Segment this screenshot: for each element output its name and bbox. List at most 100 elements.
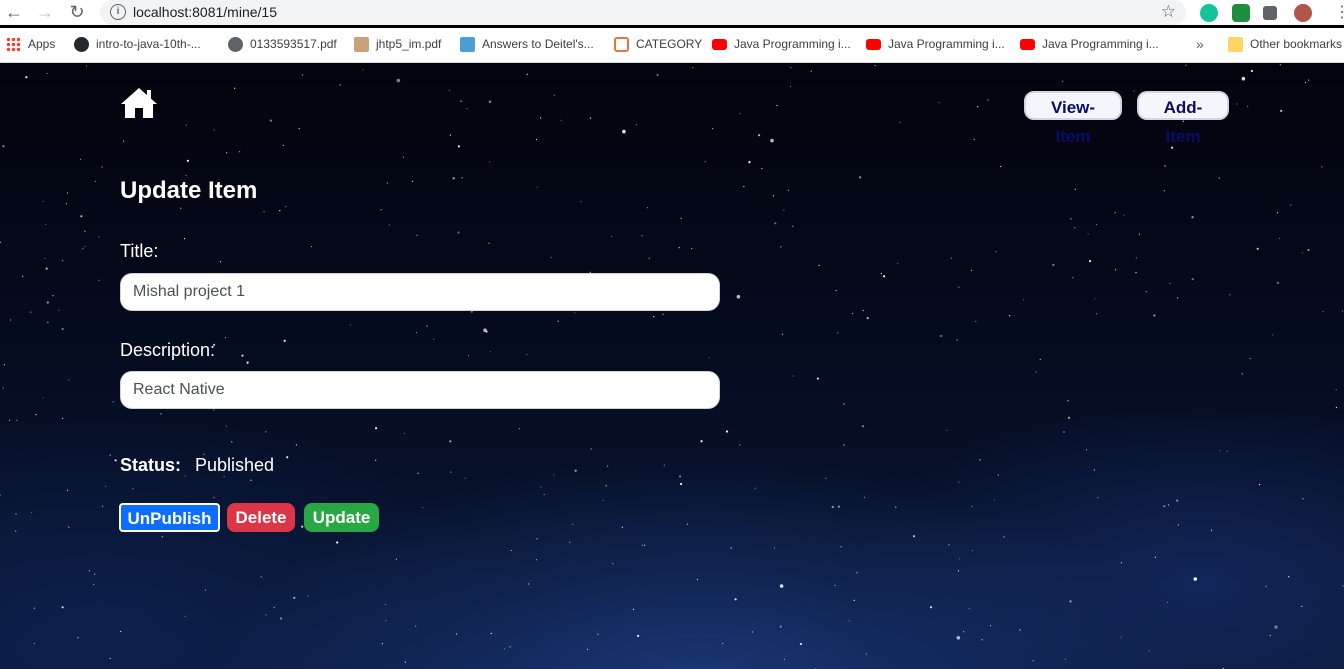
star	[98, 236, 100, 238]
title-label: Title:	[120, 241, 159, 261]
bookmark-0133593517-pdf[interactable]: 0133593517.pdf	[228, 35, 337, 53]
star	[1120, 636, 1122, 638]
bookmark-java-programming-1[interactable]: Java Programming i...	[712, 35, 851, 53]
grammarly-extension-icon[interactable]	[1200, 4, 1218, 22]
bookmark-java-programming-2[interactable]: Java Programming i...	[866, 35, 1005, 53]
star	[246, 361, 249, 364]
star	[543, 493, 545, 496]
star	[1304, 81, 1307, 83]
address-bar-url[interactable]: localhost:8081/mine/15	[133, 4, 277, 20]
star	[15, 513, 17, 515]
star	[280, 617, 283, 620]
browser-menu-icon[interactable]: ⋮	[1334, 2, 1344, 22]
star	[122, 140, 125, 142]
profile-avatar[interactable]	[1294, 4, 1312, 22]
browser-toolbar: ← → ↻ i localhost:8081/mine/15 ☆ ⋮	[0, 0, 1344, 25]
star	[990, 625, 992, 627]
site-info-icon[interactable]: i	[110, 4, 126, 20]
star	[1145, 291, 1147, 293]
category-icon	[614, 36, 629, 52]
star	[417, 472, 419, 474]
bookmark-answers-to-deitel[interactable]: Answers to Deitel's...	[460, 35, 594, 53]
bookmark-jhtp5-im-pdf[interactable]: jhtp5_im.pdf	[354, 35, 441, 53]
star	[1062, 80, 1064, 82]
back-arrow-icon[interactable]: ←	[3, 2, 25, 22]
star	[311, 245, 313, 248]
star	[691, 248, 693, 250]
star	[752, 631, 754, 633]
star	[895, 506, 897, 508]
status-value: Published	[195, 455, 275, 475]
bookmark-label: 0133593517.pdf	[250, 37, 337, 51]
star	[1193, 577, 1198, 581]
home-icon[interactable]	[120, 87, 158, 119]
star	[1274, 625, 1278, 629]
star	[780, 246, 782, 248]
shield-extension-icon[interactable]	[1232, 4, 1250, 22]
bookmark-java-programming-3[interactable]: Java Programming i...	[1020, 35, 1159, 53]
bookmark-other-bookmarks[interactable]: Other bookmarks	[1228, 35, 1342, 53]
delete-button[interactable]: Delete	[227, 503, 295, 532]
forward-arrow-icon[interactable]: →	[34, 2, 56, 22]
star	[862, 309, 864, 312]
star	[68, 379, 70, 381]
apps-grid-icon	[6, 36, 21, 52]
star	[1138, 233, 1140, 235]
star	[1280, 109, 1283, 112]
star	[1185, 64, 1187, 66]
star	[15, 530, 17, 532]
star	[866, 317, 869, 320]
star	[840, 546, 842, 548]
star	[213, 129, 215, 131]
star	[94, 573, 96, 575]
star	[572, 523, 574, 525]
star	[385, 620, 387, 622]
bookmark-apps[interactable]: Apps	[6, 35, 55, 53]
bookmarks-overflow-button[interactable]: »	[1196, 35, 1204, 53]
star	[61, 606, 64, 609]
star	[1335, 406, 1337, 409]
star	[457, 231, 460, 234]
star	[455, 633, 458, 635]
star	[883, 275, 886, 278]
star	[1087, 233, 1089, 235]
extensions-puzzle-icon[interactable]	[1263, 6, 1277, 20]
star	[792, 375, 794, 377]
star	[504, 648, 506, 650]
bookmark-category[interactable]: CATEGORY	[614, 35, 702, 53]
star	[1247, 105, 1249, 107]
update-button[interactable]: Update	[304, 503, 379, 532]
star	[761, 167, 763, 170]
star	[260, 576, 262, 578]
star	[837, 332, 839, 334]
star	[550, 256, 552, 259]
star	[940, 334, 943, 338]
star	[112, 401, 114, 403]
add-item-link[interactable]: Add-Item	[1137, 91, 1229, 146]
star	[46, 72, 48, 75]
star	[518, 428, 520, 430]
star	[1135, 257, 1137, 259]
unpublish-button[interactable]: UnPublish	[119, 503, 220, 532]
description-input[interactable]	[120, 371, 720, 409]
title-input[interactable]	[120, 273, 720, 311]
reload-icon[interactable]: ↻	[66, 2, 88, 22]
star	[835, 289, 837, 292]
star	[725, 430, 729, 433]
star	[489, 351, 491, 353]
view-item-link[interactable]: View-Item	[1024, 91, 1122, 146]
star	[433, 338, 435, 340]
star	[776, 104, 778, 107]
star	[298, 128, 300, 130]
address-bar[interactable]: i localhost:8081/mine/15 ☆	[100, 0, 1186, 25]
star	[415, 625, 417, 627]
star	[42, 200, 44, 203]
star	[1226, 450, 1228, 452]
star	[975, 320, 977, 322]
bookmark-star-icon[interactable]: ☆	[1161, 2, 1176, 22]
star	[1301, 605, 1303, 607]
bookmark-intro-to-java[interactable]: intro-to-java-10th-...	[74, 35, 201, 53]
star	[739, 113, 741, 115]
star	[120, 630, 122, 633]
star	[863, 496, 866, 498]
